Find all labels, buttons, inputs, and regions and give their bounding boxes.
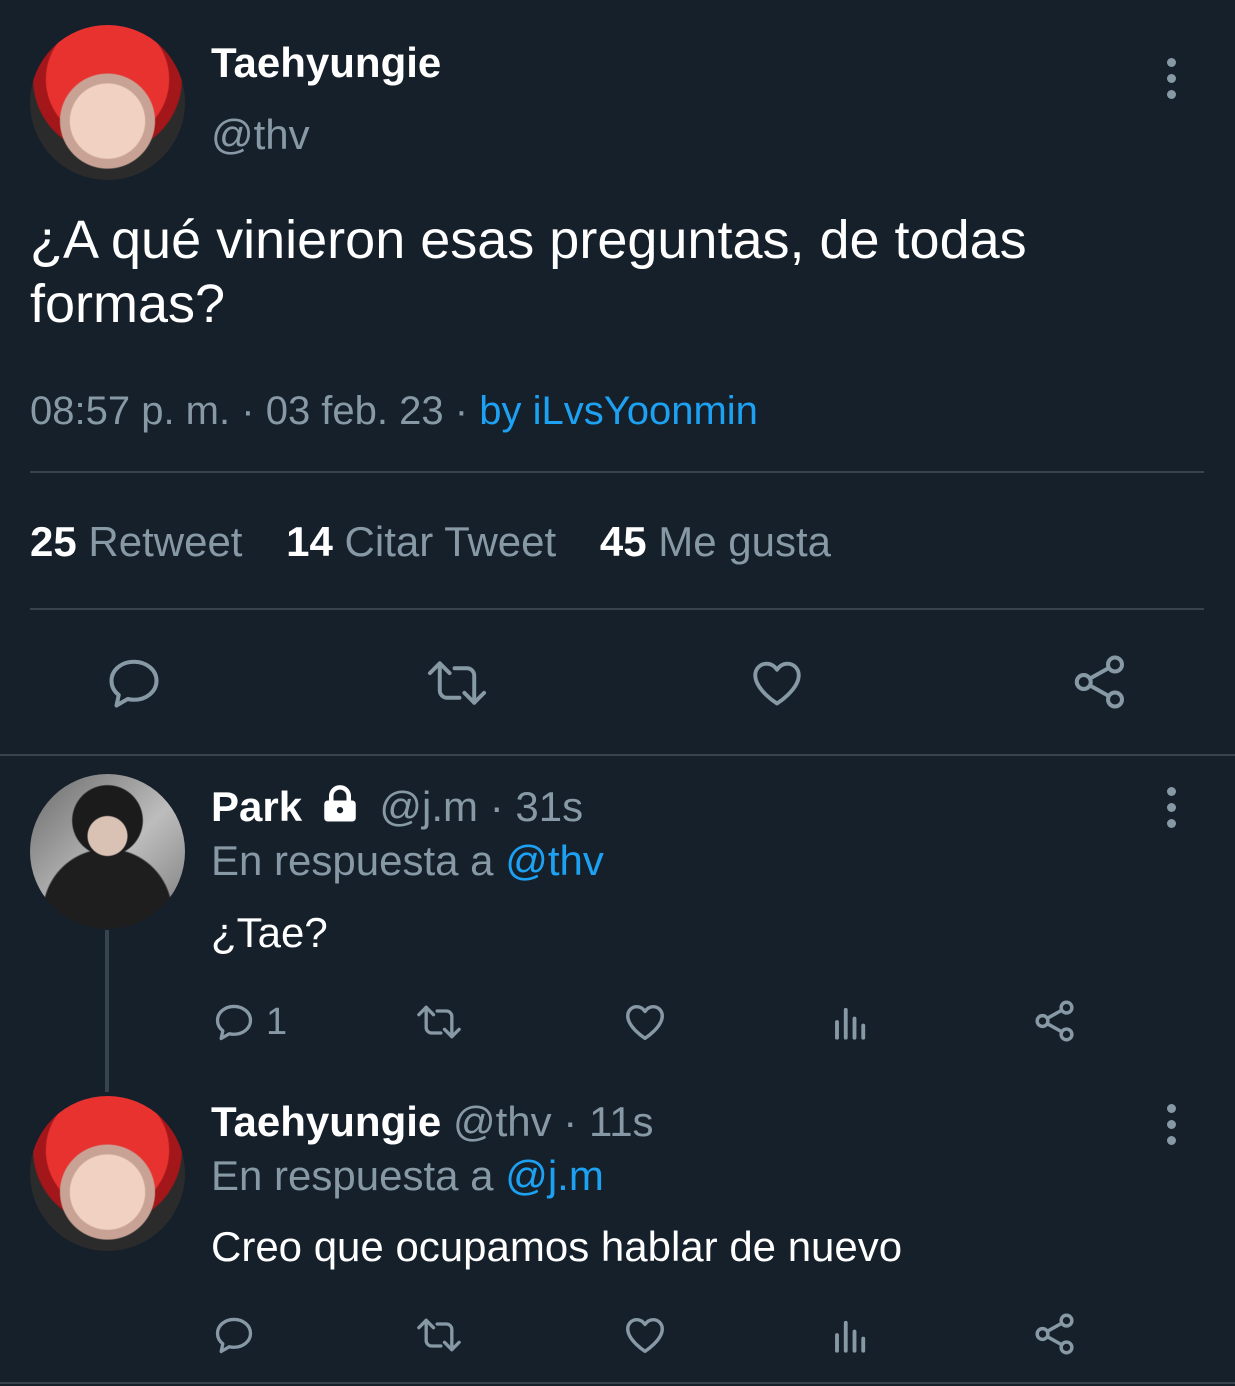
divider [30,471,1204,473]
bottom-divider [0,1382,1235,1384]
replying-to-label: En respuesta a [211,837,494,884]
like-icon[interactable] [747,654,807,712]
more-options-icon[interactable] [1164,58,1178,99]
replying-to: En respuesta a @thv [211,836,604,886]
reply-time[interactable]: 31s [515,783,583,830]
analytics-icon[interactable] [830,1314,872,1356]
tweet-source[interactable]: by iLvsYoonmin [479,389,758,433]
reply-handle[interactable]: @thv [453,1098,552,1145]
tweet-date[interactable]: 03 feb. 23 [266,389,444,433]
reply-handle[interactable]: @j.m [379,783,478,830]
author-handle[interactable]: @thv [211,110,310,160]
like-icon[interactable] [622,999,668,1045]
retweets-stat[interactable]: 25 Retweet [30,518,254,565]
reply-separator: · [489,783,504,830]
reply-separator: · [563,1098,578,1145]
share-icon[interactable] [1032,998,1078,1044]
retweet-icon[interactable] [414,1313,464,1357]
replying-to-handle[interactable]: @j.m [505,1152,604,1199]
reply-avatar[interactable] [30,774,185,929]
thread-line [105,930,109,1092]
retweets-label: Retweet [88,518,243,565]
quotes-label: Citar Tweet [344,518,557,565]
quotes-count: 14 [286,518,333,565]
retweets-count: 25 [30,518,77,565]
reply-header: Park @j.m · 31s [211,782,583,836]
retweet-icon[interactable] [425,653,489,713]
reply-icon[interactable] [104,653,164,713]
likes-stat[interactable]: 45 Me gusta [600,518,831,565]
tweet-text: ¿A qué vinieron esas preguntas, de todas… [30,210,1027,334]
replying-to: En respuesta a @j.m [211,1151,604,1201]
tweet-stats: 25 Retweet 14 Citar Tweet 45 Me gusta [30,517,831,567]
reply-icon[interactable]: 1 [212,1000,287,1044]
reply-header: Taehyungie @thv · 11s [211,1097,654,1147]
lock-icon [318,783,362,836]
like-icon[interactable] [622,1312,668,1358]
reply-count: 1 [266,1000,288,1043]
more-options-icon[interactable] [1164,1104,1178,1145]
share-icon[interactable] [1070,652,1130,712]
meta-separator: · [454,389,469,433]
tweet-time: 08:57 p. m. [30,389,231,433]
more-options-icon[interactable] [1164,787,1178,828]
share-icon[interactable] [1032,1311,1078,1357]
divider [30,608,1204,610]
reply-icon[interactable] [212,1313,256,1357]
reply-avatar[interactable] [30,1096,185,1251]
author-display-name[interactable]: Taehyungie [211,38,441,88]
reply-display-name[interactable]: Park [211,783,302,830]
reply-display-name[interactable]: Taehyungie [211,1098,441,1145]
tweet-meta: 08:57 p. m. · 03 feb. 23 · by iLvsYoonmi… [30,386,758,436]
retweet-icon[interactable] [414,1000,464,1044]
reply-text: ¿Tae? [211,909,328,956]
reply-time[interactable]: 11s [589,1098,654,1145]
author-avatar[interactable] [30,25,185,180]
likes-count: 45 [599,518,647,565]
replying-to-handle[interactable]: @thv [505,837,604,884]
analytics-icon[interactable] [830,1001,872,1043]
section-divider [0,754,1235,756]
replying-to-label: En respuesta a [211,1152,494,1199]
meta-separator: · [241,389,255,433]
reply-text: Creo que ocupamos hablar de nuevo [211,1223,903,1270]
quotes-stat[interactable]: 14 Citar Tweet [286,518,568,565]
likes-label: Me gusta [658,518,831,565]
